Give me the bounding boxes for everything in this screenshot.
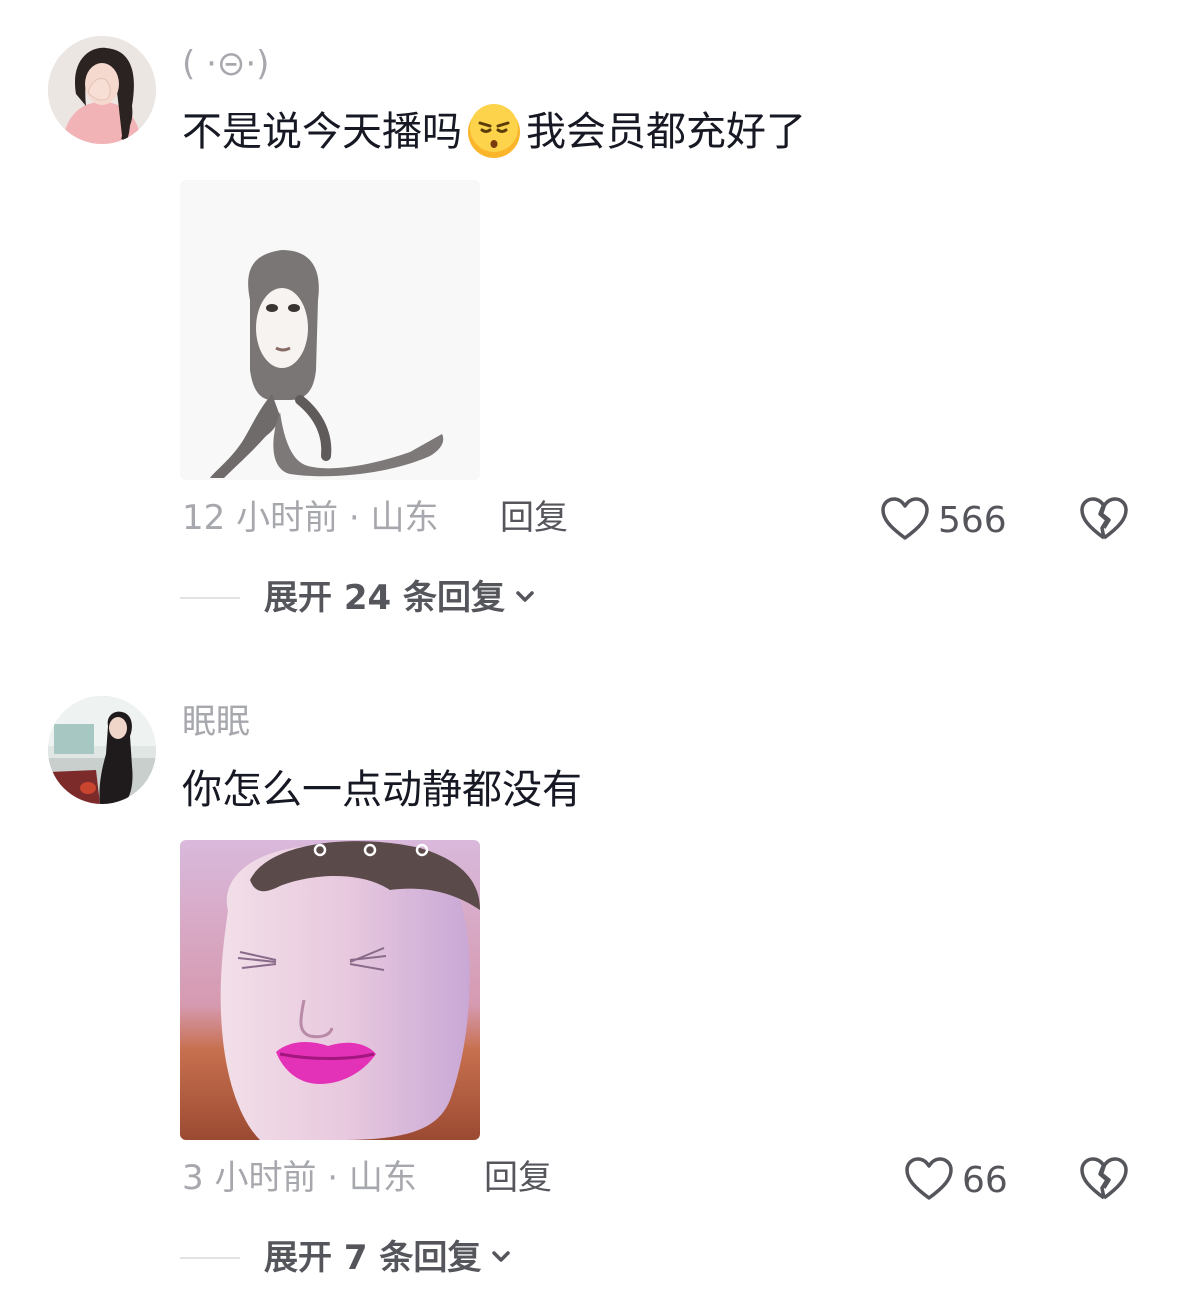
comment-text-part: 你怎么一点动静都没有 [182,767,582,813]
like-button[interactable]: 566 [880,496,1007,546]
divider-line [180,1257,240,1259]
comment-username[interactable]: ( ·⊝·) [182,44,269,84]
like-button[interactable]: 66 [904,1156,1008,1206]
like-count: 566 [938,500,1007,541]
smirk-emoji-icon [466,104,522,160]
chevron-down-icon [489,1244,513,1272]
comment-sticker-image[interactable] [180,840,480,1140]
chevron-down-icon [513,584,537,612]
meta-separator: · [338,498,371,538]
comment-meta: 3 小时前 · 山东 [182,1158,417,1198]
meta-separator: · [316,1158,349,1198]
comment-time: 3 小时前 [182,1158,317,1198]
comment-text: 不是说今天播吗 我会员都充好了 [182,104,806,160]
expand-replies-label: 展开 7 条回复 [264,1238,482,1278]
broken-heart-icon [1080,1157,1128,1206]
expand-replies-button[interactable]: 展开 24 条回复 [180,578,537,618]
reply-button[interactable]: 回复 [484,1158,552,1198]
expand-replies-button[interactable]: 展开 7 条回复 [180,1238,513,1278]
heart-outline-icon [880,496,930,546]
expand-replies-label: 展开 24 条回复 [264,578,505,618]
like-count: 66 [962,1160,1008,1201]
comment-text-part: 不是说今天播吗 [182,109,462,155]
comment-sticker-image[interactable] [180,180,480,480]
user-avatar[interactable] [48,696,156,804]
comment-location: 山东 [348,1158,417,1198]
comment-text-part: 我会员都充好了 [526,109,806,155]
divider-line [180,597,240,599]
user-avatar[interactable] [48,36,156,144]
comment-location: 山东 [370,498,439,538]
comment-username[interactable]: 眠眠 [182,702,250,742]
dislike-button[interactable] [1080,1156,1128,1206]
comment-text: 你怎么一点动静都没有 [182,764,582,816]
heart-outline-icon [904,1156,954,1206]
dislike-button[interactable] [1080,496,1128,546]
comment-meta: 12 小时前 · 山东 [182,498,439,538]
comment-time: 12 小时前 [182,498,339,538]
reply-button[interactable]: 回复 [500,498,568,538]
broken-heart-icon [1080,497,1128,546]
